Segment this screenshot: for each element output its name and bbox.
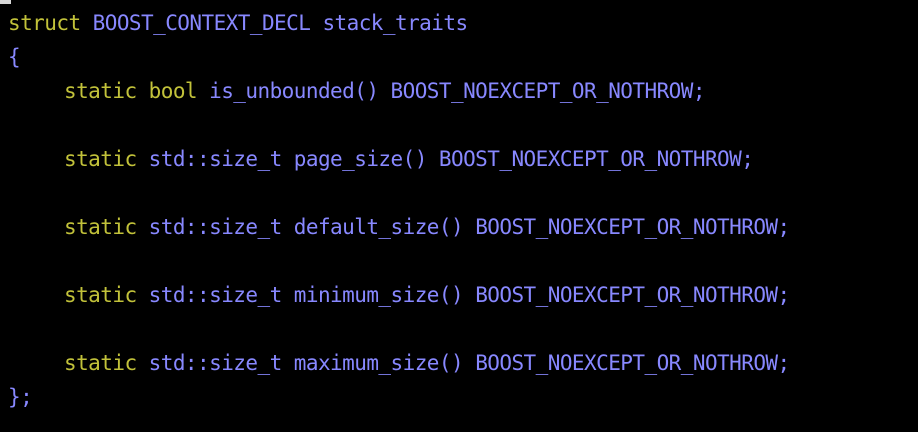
code-line-open-brace: { — [8, 40, 21, 74]
macro-noexcept: BOOST_NOEXCEPT_OR_NOTHROW; — [475, 215, 790, 239]
macro-noexcept: BOOST_NOEXCEPT_OR_NOTHROW; — [475, 351, 790, 375]
macro-noexcept: BOOST_NOEXCEPT_OR_NOTHROW; — [390, 79, 706, 103]
close-brace: }; — [8, 385, 33, 409]
code-line-close-brace: }; — [8, 380, 33, 414]
keyword-static: static — [64, 351, 137, 375]
func-is-unbounded: is_unbounded() — [209, 79, 379, 103]
code-line-struct-decl: struct BOOST_CONTEXT_DECL stack_traits — [8, 6, 468, 40]
code-line-default-size: static std::size_t default_size() BOOST_… — [8, 210, 790, 244]
func-default-size: default_size() — [293, 215, 464, 239]
code-editor[interactable]: struct BOOST_CONTEXT_DECL stack_traits {… — [0, 0, 918, 422]
type-size-t: std::size_t — [148, 283, 283, 307]
type-size-t: std::size_t — [148, 215, 283, 239]
func-page-size: page_size() — [293, 147, 428, 171]
keyword-static: static — [64, 283, 137, 307]
code-line-maximum-size: static std::size_t maximum_size() BOOST_… — [8, 346, 790, 380]
type-bool: bool — [148, 79, 198, 103]
func-maximum-size: maximum_size() — [293, 351, 464, 375]
code-line-minimum-size: static std::size_t minimum_size() BOOST_… — [8, 278, 790, 312]
keyword-static: static — [64, 215, 137, 239]
code-line-page-size: static std::size_t page_size() BOOST_NOE… — [8, 142, 754, 176]
code-line-is-unbounded: static bool is_unbounded() BOOST_NOEXCEP… — [8, 74, 706, 108]
macro-noexcept: BOOST_NOEXCEPT_OR_NOTHROW; — [475, 283, 790, 307]
type-size-t: std::size_t — [148, 351, 283, 375]
macro-noexcept: BOOST_NOEXCEPT_OR_NOTHROW; — [438, 147, 754, 171]
text-cursor — [0, 0, 11, 4]
type-size-t: std::size_t — [148, 147, 283, 171]
func-minimum-size: minimum_size() — [293, 283, 464, 307]
keyword-static: static — [64, 79, 137, 103]
keyword-struct: struct — [8, 11, 81, 35]
macro-context-decl: BOOST_CONTEXT_DECL — [92, 11, 311, 35]
struct-name: stack_traits — [322, 11, 468, 35]
open-brace: { — [8, 45, 21, 69]
keyword-static: static — [64, 147, 137, 171]
